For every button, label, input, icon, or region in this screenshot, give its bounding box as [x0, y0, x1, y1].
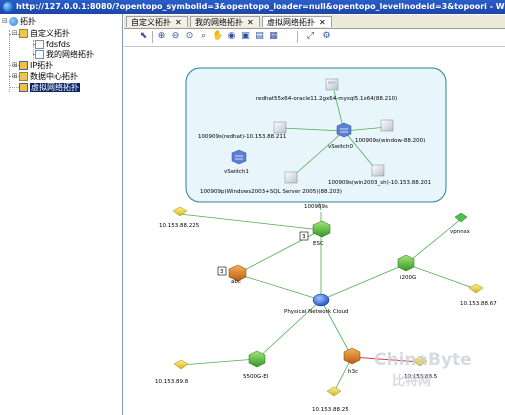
svg-text:10.153.88.225: 10.153.88.225: [159, 223, 200, 229]
node-physical-cloud[interactable]: Physical Network Cloud: [284, 293, 349, 315]
browser-icon: [3, 2, 13, 12]
tree-item-my-network[interactable]: 我的网络拓扑: [35, 49, 94, 60]
topology-canvas[interactable]: redhat55x64-oracle11.2gx64-mysql5.1x64(8…: [124, 47, 505, 415]
toolbar: ⬉ ⊕ ⊖ ⊙ ⌕ ✋ ◉ ▣ ▤ ▦ ⤢ ⚙: [124, 29, 505, 47]
node-i200g[interactable]: i200G: [397, 254, 416, 281]
node-10-153-88-225[interactable]: 10.153.88.225: [159, 206, 200, 229]
host-label: 100909s: [304, 204, 328, 210]
close-icon[interactable]: ✕: [247, 18, 254, 27]
close-icon[interactable]: ✕: [319, 18, 326, 27]
node-h3c[interactable]: h3c: [343, 347, 361, 375]
tab-custom-topology[interactable]: 自定义拓扑 ✕: [126, 16, 188, 27]
zoom-out-icon[interactable]: ⊖: [170, 31, 181, 42]
zoom-region-icon[interactable]: ⌕: [198, 31, 209, 42]
window-title-bar: http://127.0.0.1:8080/?opentopo_symbolid…: [0, 0, 505, 14]
svg-text:100909s(redhat)-10.153.88.211: 100909s(redhat)-10.153.88.211: [198, 134, 286, 140]
topology-tree: ⊟ 拓扑 ⊟ 自定义拓扑 fdsfds 我的网络拓扑 ⊞ IP拓扑 ⊞ 数据中心拓扑 虚…: [0, 14, 123, 415]
svg-text:10.153.88.67: 10.153.88.67: [460, 301, 497, 307]
svg-text:5500G-EI: 5500G-EI: [243, 374, 269, 380]
tree-item-datacenter[interactable]: ⊞ 数据中心拓扑: [12, 71, 78, 82]
fullscreen-icon[interactable]: ⤢: [305, 31, 316, 42]
node-esc[interactable]: 3 ESC: [299, 220, 331, 247]
svg-text:10.153.88.25: 10.153.88.25: [312, 407, 349, 413]
svg-text:Physical Network Cloud: Physical Network Cloud: [284, 309, 349, 315]
layout-icon[interactable]: ▦: [268, 31, 279, 42]
eye-icon[interactable]: ◉: [226, 31, 237, 42]
node-abc[interactable]: 3 abc: [217, 264, 247, 285]
svg-text:vSwitch0: vSwitch0: [328, 144, 353, 150]
watermark-logo: ChinaByte 比特网: [374, 350, 472, 389]
svg-text:h3c: h3c: [348, 369, 358, 375]
network-icon: [19, 61, 28, 70]
svg-text:100909s(window-88.200): 100909s(window-88.200): [355, 138, 425, 144]
tree-root[interactable]: ⊟ 拓扑: [2, 16, 36, 27]
collapse-icon[interactable]: ⊟: [12, 28, 19, 39]
svg-text:ESC: ESC: [313, 241, 324, 247]
svg-text:10.153.89.8: 10.153.89.8: [155, 379, 189, 385]
svg-text:abc: abc: [231, 279, 241, 285]
svg-text:redhat55x64-oracle11.2gx64-mys: redhat55x64-oracle11.2gx64-mysql5.1x64(8…: [256, 96, 397, 102]
hand-pan-icon[interactable]: ✋: [212, 31, 223, 42]
close-icon[interactable]: ✕: [175, 18, 182, 27]
zoom-fit-icon[interactable]: ⊙: [184, 31, 195, 42]
page-icon: [35, 40, 44, 49]
svg-text:i200G: i200G: [400, 275, 416, 281]
settings-icon[interactable]: ⚙: [321, 31, 332, 42]
page-icon: [35, 50, 44, 59]
network-icon: [19, 83, 28, 92]
abc-badge: 3: [220, 269, 224, 275]
save-icon[interactable]: ▣: [240, 31, 251, 42]
esc-badge: 3: [302, 234, 306, 240]
svg-text:100909p(Windows2003+SQL Server: 100909p(Windows2003+SQL Server 2005)(88.…: [200, 189, 342, 195]
node-vpnnsx[interactable]: vpnnsx: [450, 212, 471, 235]
svg-text:vSwitch1: vSwitch1: [224, 169, 249, 175]
tab-bar: 自定义拓扑 ✕ 我的网络拓扑 ✕ 虚拟网络拓扑 ✕: [124, 15, 505, 29]
expand-icon[interactable]: ⊞: [12, 71, 19, 82]
tree-item-virtual-network[interactable]: 虚拟网络拓扑: [19, 82, 80, 93]
pointer-icon[interactable]: ⬉: [138, 31, 149, 42]
export-icon[interactable]: ▤: [254, 31, 265, 42]
node-10-153-88-25[interactable]: 10.153.88.25: [312, 386, 349, 413]
collapse-icon[interactable]: ⊟: [2, 16, 9, 27]
node-5500g-ei[interactable]: 5500G-EI: [243, 350, 269, 380]
expand-icon[interactable]: ⊞: [12, 60, 19, 71]
window-title: http://127.0.0.1:8080/?opentopo_symbolid…: [16, 2, 505, 11]
svg-text:ChinaByte: ChinaByte: [374, 350, 472, 370]
folder-icon: [19, 29, 28, 38]
folder-icon: [19, 72, 28, 81]
node-10-153-88-67[interactable]: 10.153.88.67: [460, 283, 497, 307]
globe-icon: [9, 17, 18, 26]
tree-item-ip-topology[interactable]: ⊞ IP拓扑: [12, 60, 53, 71]
tab-my-network[interactable]: 我的网络拓扑 ✕: [190, 16, 260, 27]
svg-text:比特网: 比特网: [392, 373, 431, 389]
svg-text:100909s(win2003_sh)-10.153.88.: 100909s(win2003_sh)-10.153.88.201: [328, 180, 431, 186]
node-10-153-89-8[interactable]: 10.153.89.8: [155, 359, 189, 385]
svg-text:vpnnsx: vpnnsx: [450, 229, 471, 235]
zoom-in-icon[interactable]: ⊕: [156, 31, 167, 42]
tree-item-custom-topology[interactable]: ⊟ 自定义拓扑: [12, 28, 70, 39]
tab-virtual-network[interactable]: 虚拟网络拓扑 ✕: [262, 16, 332, 27]
